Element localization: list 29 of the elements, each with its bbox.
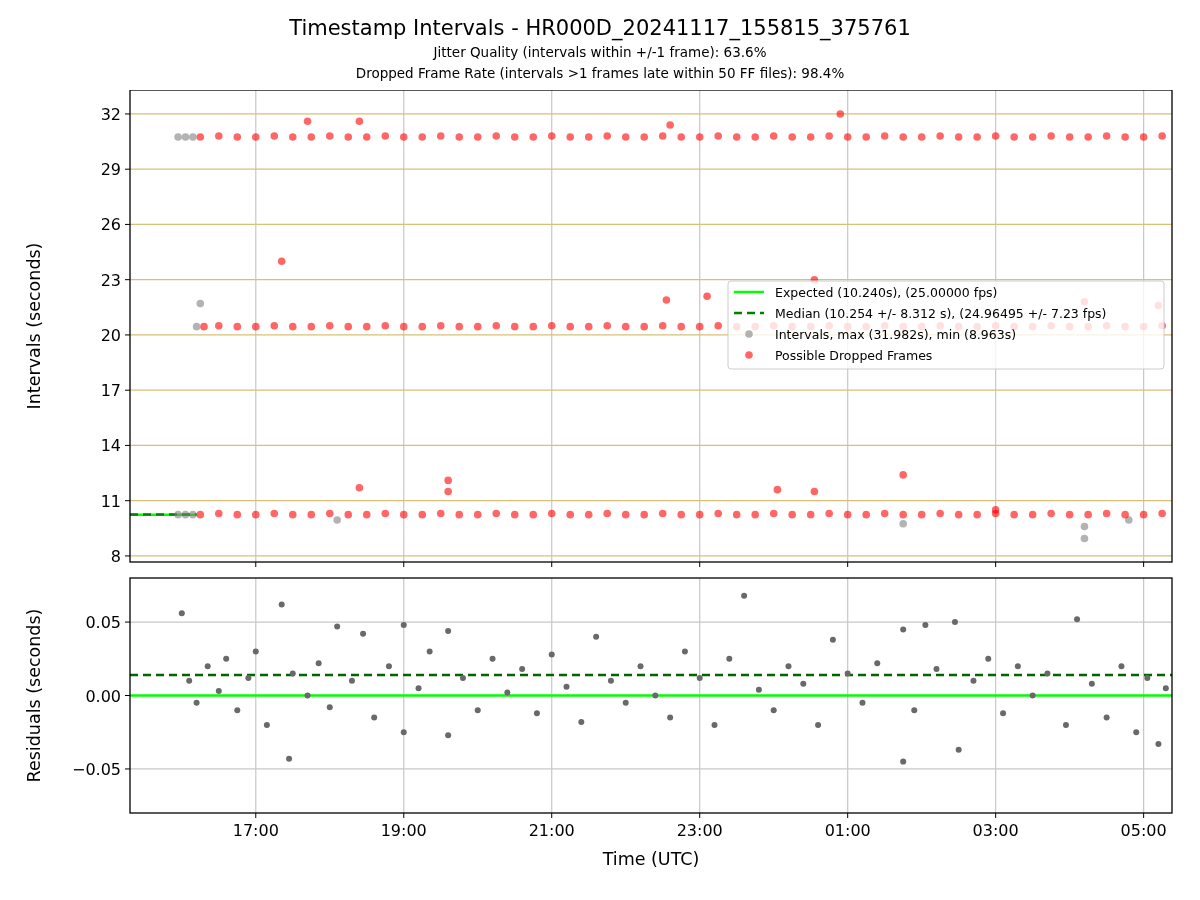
legend-label: Median (10.254 +/- 8.312 s), (24.96495 +/- 7.23 fps) — [775, 306, 1107, 321]
chart-subtitle: Dropped Frame Rate (intervals >1 frames late within 50 FF files): 98.4% — [355, 64, 845, 83]
chart-subtitle: Jitter Quality (intervals within +/-1 frame): 63.6% — [433, 43, 767, 62]
chart-title: Timestamp Intervals - HR000D_20241117_155815_375761 — [289, 15, 911, 42]
x-tick-label: 03:00 — [972, 821, 1019, 840]
legend-label: Possible Dropped Frames — [775, 348, 933, 363]
y-tick-label: 14 — [100, 436, 121, 456]
y-tick-label: 8 — [110, 546, 121, 566]
x-tick-label: 21:00 — [528, 821, 575, 840]
y-tick-label: 11 — [100, 491, 121, 511]
x-tick-label: 23:00 — [676, 821, 723, 840]
x-tick-label: 19:00 — [380, 821, 427, 840]
y-tick-label: 17 — [100, 381, 121, 401]
y-tick-label: 29 — [100, 160, 121, 180]
y-tick-label: 23 — [100, 270, 121, 290]
x-tick-label: 01:00 — [824, 821, 871, 840]
y-tick-label: 0.05 — [85, 613, 121, 633]
y-axis-label: Intervals (seconds) — [24, 242, 44, 410]
y-tick-label: 26 — [100, 215, 121, 235]
y-tick-label: 0.00 — [85, 686, 121, 706]
y-tick-label: −0.05 — [71, 759, 121, 779]
legend-label: Intervals, max (31.982s), min (8.963s) — [775, 327, 1017, 342]
x-tick-label: 05:00 — [1120, 821, 1167, 840]
y-axis-label: Residuals (seconds) — [24, 608, 44, 783]
x-tick-label: 17:00 — [232, 821, 279, 840]
x-axis-label: Time (UTC) — [602, 849, 700, 869]
legend-label: Expected (10.240s), (25.00000 fps) — [775, 285, 998, 300]
y-tick-label: 20 — [100, 325, 121, 345]
y-tick-label: 32 — [100, 104, 121, 124]
